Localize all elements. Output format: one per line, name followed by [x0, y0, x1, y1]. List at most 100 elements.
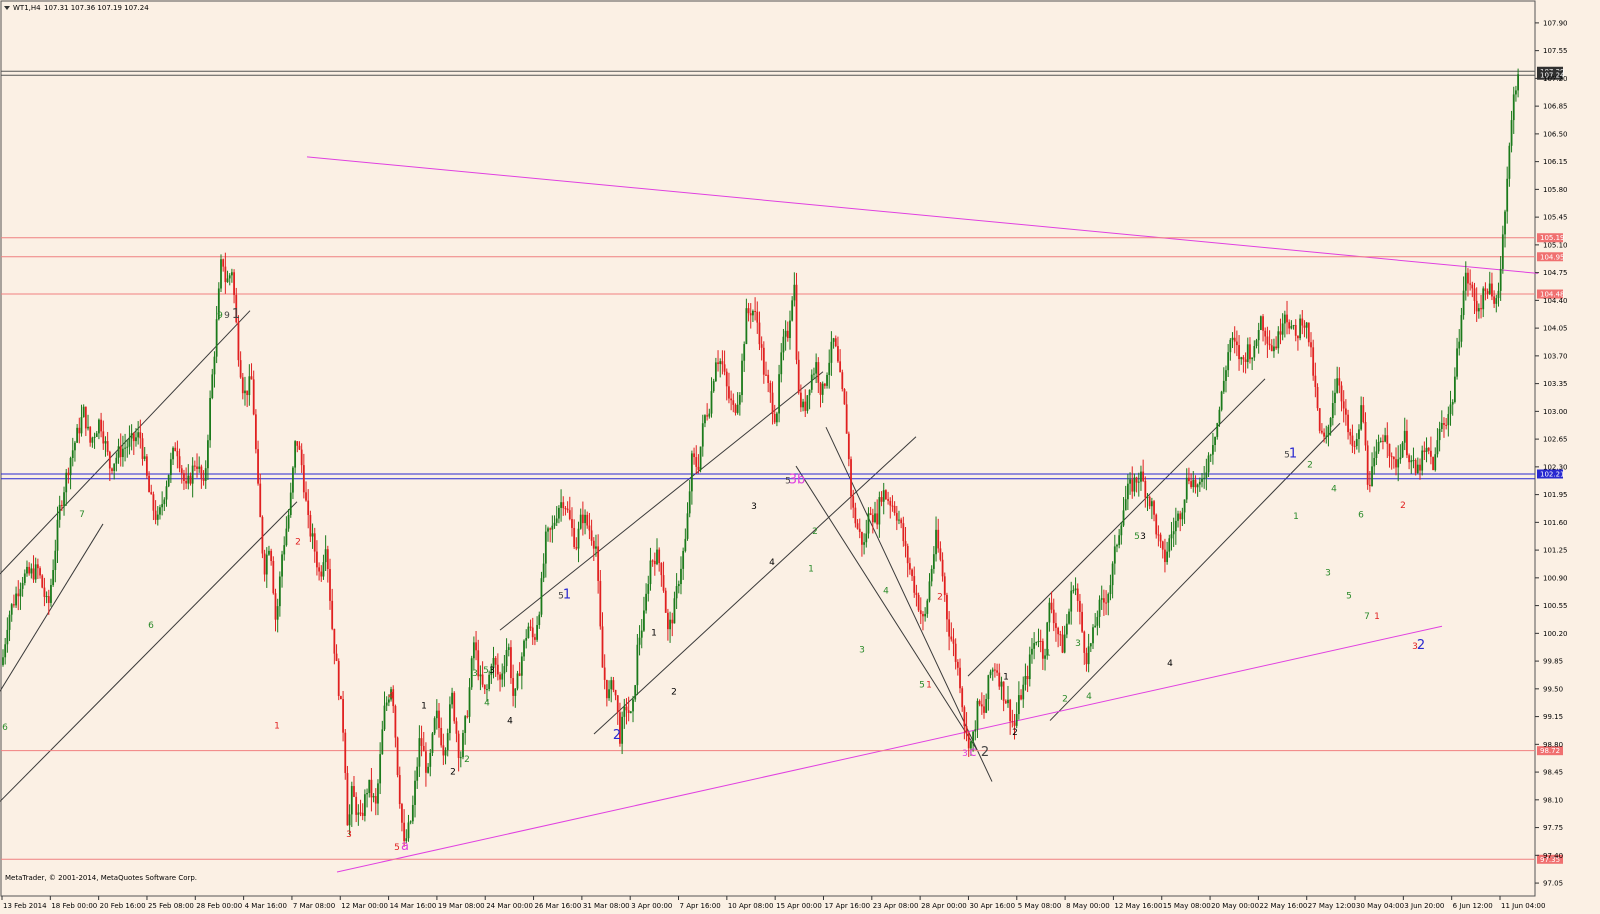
- x-tick-label: 28 Feb 00:00: [196, 902, 242, 910]
- candle-body: [797, 359, 800, 393]
- candle-body: [638, 637, 641, 645]
- y-tick-label: 101.25: [1543, 547, 1568, 555]
- candle-body: [989, 671, 992, 676]
- wave-label: c: [969, 745, 976, 760]
- candle-body: [575, 547, 578, 549]
- candle-body: [1131, 479, 1134, 492]
- candle-body: [268, 550, 270, 555]
- candle-body: [1440, 422, 1443, 429]
- candle-body: [590, 530, 593, 541]
- candle-body: [932, 554, 935, 569]
- candle-body: [612, 680, 615, 690]
- candle-body: [1462, 290, 1465, 316]
- candle-body: [429, 752, 432, 767]
- wave-label: 2: [295, 538, 301, 548]
- candle-body: [937, 529, 940, 549]
- candle-body: [514, 688, 517, 696]
- x-tick-label: 26 Mar 16:00: [535, 902, 582, 910]
- candle-body: [732, 400, 735, 405]
- candle-body: [326, 549, 329, 570]
- candle-body: [446, 733, 449, 751]
- candle-body: [1307, 322, 1310, 343]
- candle-body: [494, 657, 497, 665]
- x-tick-label: 13 Feb 2014: [3, 902, 47, 910]
- candle-body: [1499, 268, 1502, 291]
- candle-body: [1414, 460, 1417, 473]
- candle-body: [1416, 464, 1419, 473]
- candle-body: [636, 644, 639, 686]
- candle-body: [1242, 357, 1245, 360]
- candle-body: [1166, 551, 1169, 563]
- x-tick-label: 30 Apr 16:00: [969, 902, 1015, 910]
- candle-body: [154, 510, 157, 520]
- candle-body: [704, 415, 706, 424]
- copyright-notice: MetaTrader, © 2001-2014, MetaQuotes Soft…: [5, 874, 197, 882]
- candle-body: [296, 441, 299, 446]
- candle-body: [117, 446, 120, 458]
- candle-body: [553, 522, 556, 526]
- candle-body: [1220, 391, 1223, 410]
- candle-body: [1031, 648, 1033, 655]
- candle-body: [302, 465, 305, 493]
- price-chart[interactable]: 105.19104.95104.48102.2198.7297.35107.29…: [0, 0, 1600, 914]
- candle-body: [1039, 640, 1042, 642]
- candle-body: [34, 564, 37, 580]
- candle-body: [248, 376, 251, 396]
- candle-body: [1338, 378, 1341, 386]
- candle-body: [145, 456, 148, 476]
- candle-body: [1327, 426, 1330, 436]
- x-tick-label: 20 Feb 16:00: [100, 902, 146, 910]
- candle-body: [939, 548, 942, 560]
- wave-label: 1: [274, 721, 280, 731]
- candle-body: [1244, 359, 1247, 363]
- candle-body: [174, 447, 177, 451]
- wave-label: 3: [489, 666, 495, 676]
- candle-body: [817, 362, 820, 383]
- wave-label: 4: [1331, 484, 1337, 494]
- candle-body: [342, 699, 344, 733]
- wave-label: 5: [483, 666, 489, 676]
- candle-body: [1268, 343, 1271, 346]
- candle-body: [76, 427, 79, 443]
- ohlc-readout: 107.31 107.36 107.19 107.24: [44, 4, 149, 12]
- candle-body: [32, 568, 35, 580]
- candle-body: [1299, 318, 1301, 339]
- x-tick-label: 4 Mar 16:00: [245, 902, 287, 910]
- candle-body: [954, 643, 957, 662]
- candle-body: [983, 706, 985, 713]
- candle-body: [39, 568, 41, 576]
- y-tick-label: 102.65: [1543, 436, 1568, 444]
- chart-header: WT1,H4 107.31 107.36 107.19 107.24: [4, 4, 149, 12]
- candle-body: [1392, 456, 1395, 460]
- candle-body: [595, 546, 597, 549]
- x-tick-label: 10 Apr 08:00: [728, 902, 774, 910]
- candle-body: [614, 689, 617, 696]
- candle-body: [1004, 700, 1007, 704]
- candle-body: [544, 531, 547, 564]
- candle-body: [152, 494, 155, 511]
- candle-body: [139, 432, 142, 439]
- candle-body: [486, 689, 488, 691]
- candle-body: [1382, 440, 1384, 442]
- candle-body: [67, 472, 70, 476]
- candle-body: [1222, 380, 1225, 392]
- candle-body: [274, 593, 277, 620]
- candle-body: [754, 311, 756, 313]
- candle-body: [1491, 283, 1493, 297]
- candle-body: [625, 706, 628, 711]
- candle-body: [710, 391, 713, 414]
- candle-body: [87, 426, 89, 429]
- candle-body: [793, 284, 796, 301]
- symbol-label: WT1,H4: [13, 4, 41, 12]
- candle-body: [435, 710, 438, 719]
- candle-body: [1227, 352, 1230, 371]
- candle-body: [1118, 535, 1121, 546]
- candle-body: [292, 467, 294, 493]
- candle-body: [1447, 414, 1450, 426]
- candle-body: [946, 594, 948, 620]
- candle-body: [1273, 346, 1275, 352]
- candle-body: [100, 419, 102, 432]
- candle-body: [1033, 643, 1036, 649]
- candle-body: [908, 563, 911, 570]
- candle-body: [263, 553, 266, 575]
